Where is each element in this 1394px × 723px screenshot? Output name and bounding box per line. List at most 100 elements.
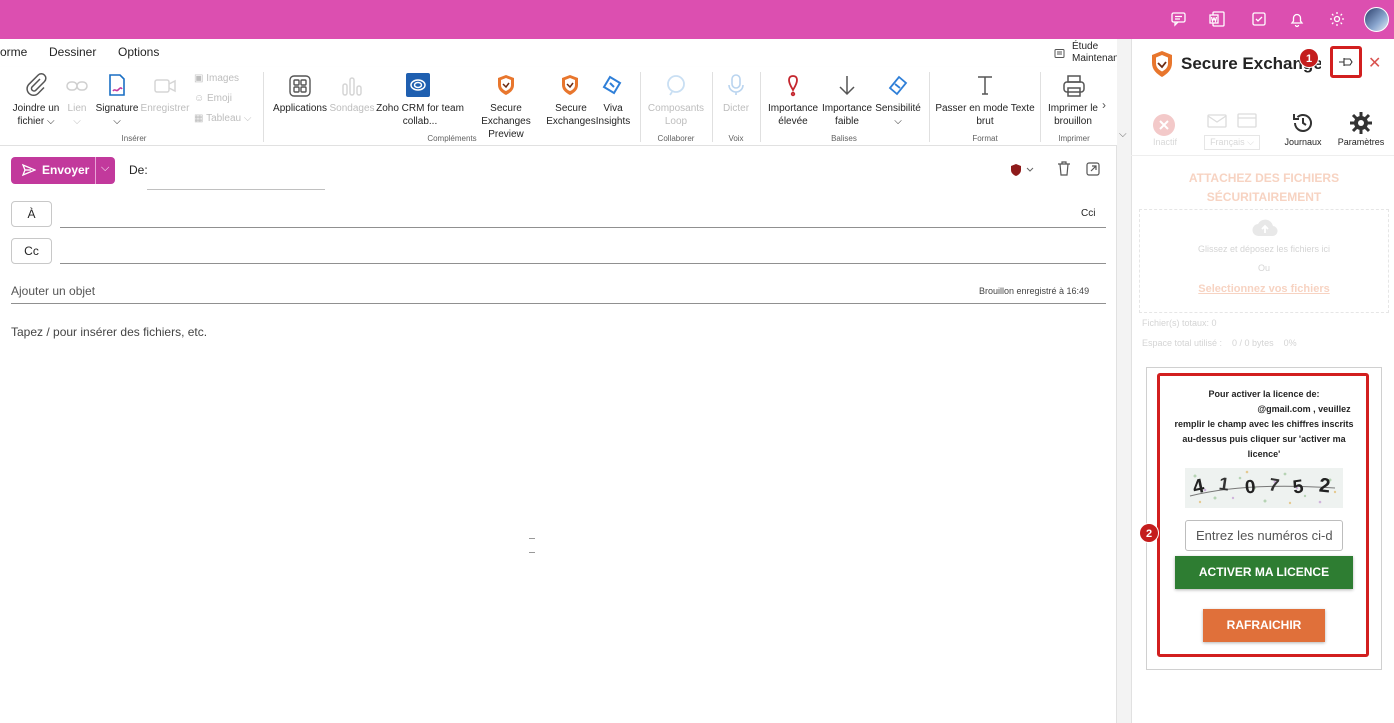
- subject-input[interactable]: Ajouter un objet: [11, 284, 95, 298]
- bcc-button[interactable]: Cci: [1081, 208, 1095, 219]
- texte-label-2: brut: [976, 116, 994, 127]
- captcha-digit: 2: [1317, 474, 1332, 498]
- language-label: Français: [1210, 137, 1245, 147]
- group-label-voix: Voix: [728, 134, 744, 143]
- inactif-status: Inactif: [1152, 137, 1177, 147]
- settings-gear-icon: [1349, 111, 1373, 135]
- loop-label-2: Loop: [664, 116, 688, 127]
- close-icon[interactable]: ✕: [1368, 56, 1381, 72]
- dicter-button[interactable]: Dicter: [716, 102, 756, 115]
- etude-label: Étude: [1072, 41, 1099, 52]
- body-editor[interactable]: Tapez / pour insérer des fichiers, etc.: [11, 325, 207, 339]
- send-icon: [22, 163, 36, 177]
- to-field[interactable]: [60, 227, 1106, 228]
- lien-button[interactable]: Lien ⌵: [62, 102, 92, 128]
- signature-label: Signature: [95, 103, 139, 114]
- image-icon: ▣: [194, 73, 204, 84]
- secure-exchanges-logo-icon: [1150, 50, 1174, 78]
- language-select[interactable]: Français ⌵: [1204, 135, 1260, 150]
- ribbon: Joindre un fichier ⌵ Lien ⌵ Signature ⌵ …: [0, 67, 1117, 146]
- attach-title-line-1: ATTACHEZ DES FICHIERS: [1188, 171, 1340, 185]
- step-badge-1: 1: [1299, 48, 1319, 68]
- popout-icon[interactable]: [1086, 162, 1100, 176]
- zoho-crm-button[interactable]: Zoho CRM for team collab...: [374, 102, 466, 128]
- imprimer-brouillon-button[interactable]: Imprimer le brouillon: [1045, 102, 1101, 128]
- images-button[interactable]: ▣ Images: [194, 73, 239, 84]
- trash-icon[interactable]: [1057, 161, 1071, 176]
- cc-button[interactable]: Cc: [11, 238, 52, 264]
- from-underline: [147, 189, 325, 190]
- viva-label-1: Viva: [603, 103, 623, 114]
- importance-elevee-button[interactable]: Importance élevée: [764, 102, 822, 128]
- chevron-down-icon: ⌵: [1247, 137, 1254, 147]
- printer-icon: [1061, 73, 1087, 99]
- composants-loop-button[interactable]: Composants Loop: [644, 102, 708, 128]
- menu-format[interactable]: orme: [0, 45, 27, 59]
- enregistrer-button[interactable]: Enregistrer: [139, 102, 191, 115]
- secure-exchanges-preview-icon: [494, 73, 520, 99]
- security-shield-icon[interactable]: [1010, 163, 1036, 177]
- group-label-imprimer: Imprimer: [1058, 134, 1090, 143]
- word-icon[interactable]: [1208, 10, 1228, 30]
- cc-field[interactable]: [60, 263, 1106, 264]
- dicter-label: Dicter: [722, 103, 750, 114]
- etude-maintenant-button[interactable]: Étude Maintenant: [1072, 41, 1121, 65]
- pin-icon[interactable]: [1338, 55, 1354, 69]
- license-line-5: licence': [1247, 449, 1281, 459]
- ribbon-separator: [760, 72, 761, 142]
- emoji-label: Emoji: [207, 93, 233, 104]
- video-icon: [152, 73, 178, 99]
- importance-faible-button[interactable]: Importance faible: [818, 102, 876, 128]
- arrow-down-icon: [835, 73, 861, 99]
- se-label-2: Exchanges: [546, 116, 596, 127]
- signature-icon: [104, 72, 130, 98]
- chevron-down-icon: ⌵: [101, 162, 110, 174]
- images-label: Images: [206, 73, 240, 84]
- group-label-complements: Compléments: [427, 134, 477, 143]
- license-line-1: Pour activer la licence de:: [1208, 389, 1320, 399]
- compose-area: [0, 146, 1117, 723]
- mode-texte-brut-button[interactable]: Passer en mode Texte brut: [934, 102, 1036, 128]
- send-options-dropdown[interactable]: ⌵: [95, 157, 115, 184]
- parametres-button[interactable]: Paramètres: [1332, 137, 1390, 147]
- emoji-icon: ☺: [194, 93, 205, 104]
- viva-insights-button[interactable]: Viva Insights: [592, 102, 634, 128]
- applications-label: Applications: [273, 103, 327, 114]
- captcha-input[interactable]: [1185, 520, 1343, 551]
- cloud-upload-icon: [1252, 218, 1278, 238]
- avatar[interactable]: [1364, 7, 1389, 32]
- table-icon: ▦: [194, 113, 204, 124]
- paperclip-icon: [23, 72, 49, 98]
- captcha-digit: 5: [1291, 476, 1305, 499]
- sondages-button[interactable]: Sondages: [329, 102, 375, 115]
- secure-exchanges-button[interactable]: Secure Exchanges: [545, 102, 597, 128]
- bell-icon[interactable]: [1288, 10, 1308, 30]
- joindre-fichier-button[interactable]: Joindre un fichier ⌵: [8, 102, 64, 128]
- enregistrer-label: Enregistrer: [140, 103, 190, 114]
- viva-insights-icon: [600, 73, 626, 99]
- sensitivity-icon: [886, 73, 912, 99]
- menu-options[interactable]: Options: [118, 45, 159, 59]
- sensibilite-label: Sensibilité: [875, 103, 921, 114]
- signature-button[interactable]: Signature ⌵: [94, 102, 140, 128]
- chevron-down-icon[interactable]: ⌵: [1119, 129, 1127, 140]
- send-button[interactable]: Envoyer: [11, 157, 95, 184]
- license-line-4: au-dessus puis cliquer sur 'activer ma: [1182, 434, 1346, 444]
- tasks-icon[interactable]: [1250, 10, 1270, 30]
- activate-license-button[interactable]: ACTIVER MA LICENCE: [1175, 556, 1353, 589]
- loop-icon: [664, 73, 690, 99]
- chevron-right-icon[interactable]: ›: [1102, 98, 1106, 112]
- to-button[interactable]: À: [11, 201, 52, 227]
- refresh-button[interactable]: RAFRAICHIR: [1203, 609, 1325, 642]
- send-label: Envoyer: [42, 163, 90, 177]
- menu-dessiner[interactable]: Dessiner: [49, 45, 96, 59]
- journaux-button[interactable]: Journaux: [1278, 137, 1328, 147]
- tableau-button[interactable]: ▦ Tableau ⌵: [194, 113, 251, 124]
- gear-icon[interactable]: [1328, 10, 1348, 30]
- chat-icon[interactable]: [1170, 10, 1190, 30]
- sensibilite-button[interactable]: Sensibilité ⌵: [872, 102, 924, 128]
- mail-icon: [1207, 114, 1227, 128]
- emoji-button[interactable]: ☺ Emoji: [194, 93, 232, 104]
- applications-button[interactable]: Applications: [271, 102, 329, 115]
- select-files-link[interactable]: Selectionnez vos fichiers: [1139, 283, 1389, 295]
